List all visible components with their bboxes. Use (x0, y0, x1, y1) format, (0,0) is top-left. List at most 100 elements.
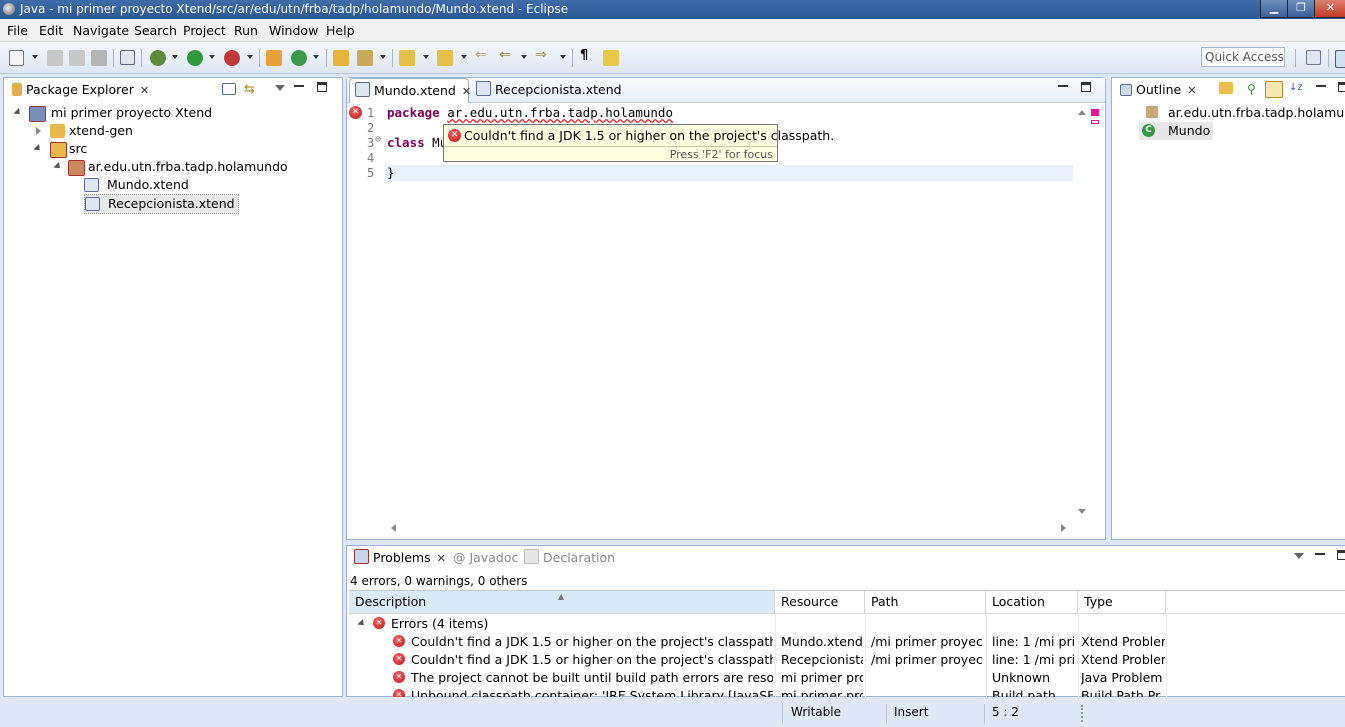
vertical-scrollbar[interactable] (1075, 104, 1089, 520)
forward-dropdown-icon[interactable] (560, 55, 566, 59)
external-tools-icon[interactable] (224, 50, 240, 66)
quick-access-input[interactable]: Quick Access (1201, 47, 1285, 67)
tree-item-package[interactable]: ar.edu.utn.frba.tadp.holamundo (53, 158, 288, 176)
menu-edit[interactable]: Edit (39, 23, 63, 38)
sync-with-editor-icon[interactable] (1265, 81, 1283, 98)
expand-icon[interactable] (13, 107, 23, 118)
close-icon[interactable]: ✕ (462, 80, 471, 103)
scroll-right-icon[interactable] (1061, 524, 1066, 532)
tab-package-explorer[interactable]: Package Explorer ✕ (7, 78, 149, 102)
link-with-editor-icon[interactable]: ⇆ (244, 82, 260, 98)
table-row[interactable]: ✕ Unbound classpath container: 'JRE Syst… (349, 687, 1345, 697)
expand-icon[interactable] (33, 143, 43, 154)
menu-search[interactable]: Search (134, 23, 177, 38)
collapse-all-icon[interactable] (1219, 82, 1233, 94)
new-class-icon[interactable] (291, 50, 307, 66)
new-java-project-icon[interactable] (266, 50, 282, 66)
search-icon[interactable] (357, 50, 373, 66)
error-tooltip[interactable]: ✕ Couldn't find a JDK 1.5 or higher on t… (443, 124, 834, 162)
print-icon[interactable] (91, 50, 107, 66)
show-whitespace-icon[interactable]: ¶ (580, 48, 596, 64)
collapse-icon[interactable] (36, 127, 41, 135)
new-dropdown-icon[interactable] (32, 55, 38, 59)
minimize-icon[interactable] (1316, 82, 1326, 87)
status-trim-handle[interactable] (1081, 705, 1085, 722)
tab-problems[interactable]: Problems ✕ (349, 546, 446, 570)
maximize-icon[interactable] (317, 82, 327, 92)
column-location[interactable]: Location (986, 591, 1078, 613)
open-perspective-icon[interactable] (1306, 50, 1321, 65)
close-button[interactable]: ✕ (1314, 0, 1345, 18)
table-group-row[interactable]: ✕ Errors (4 items) (349, 615, 1345, 633)
code-line-1[interactable]: package ar.edu.utn.frba.tadp.holamundo (387, 105, 673, 120)
maximize-icon[interactable] (1081, 82, 1091, 92)
tab-mundo-xtend[interactable]: Mundo.xtend ✕ (349, 78, 471, 103)
open-type-icon[interactable] (333, 50, 349, 66)
tree-item-mundo-xtend[interactable]: Mundo.xtend (84, 176, 189, 194)
toggle-mark-occurrences-icon[interactable] (603, 50, 619, 66)
previous-annotation-dropdown-icon[interactable] (461, 55, 467, 59)
error-marker[interactable] (1091, 109, 1099, 116)
tab-javadoc[interactable]: @ Javadoc (450, 546, 518, 570)
menu-file[interactable]: File (7, 23, 28, 38)
minimize-button[interactable]: ▁ (1260, 0, 1288, 18)
view-menu-icon[interactable] (1294, 553, 1304, 559)
sort-icon[interactable]: ↓z (1289, 82, 1305, 98)
minimize-icon[interactable] (1315, 550, 1325, 555)
window-title-bar[interactable]: Java - mi primer proyecto Xtend/src/ar/e… (0, 0, 1345, 19)
tab-declaration[interactable]: Declaration (519, 546, 615, 570)
menu-run[interactable]: Run (234, 23, 258, 38)
tree-item-src[interactable]: src (33, 140, 87, 158)
horizontal-scrollbar[interactable] (385, 521, 1073, 535)
outline-item-package[interactable]: ar.edu.utn.frba.tadp.holamundo (1146, 104, 1345, 122)
new-icon[interactable] (9, 50, 24, 66)
save-icon[interactable] (47, 50, 63, 66)
annotation-marker[interactable] (1091, 120, 1099, 124)
tree-item-xtend-gen[interactable]: xtend-gen (34, 122, 133, 140)
minimize-icon[interactable] (294, 82, 304, 87)
tree-item-recepcionista-xtend[interactable]: Recepcionista.xtend (84, 194, 239, 214)
table-row[interactable]: ✕ Couldn't find a JDK 1.5 or higher on t… (349, 633, 1345, 651)
code-line-3[interactable]: class Mu (387, 135, 447, 150)
expand-icon[interactable] (53, 161, 63, 172)
collapse-all-icon[interactable] (222, 83, 236, 95)
outline-item-class[interactable]: C Mundo (1139, 122, 1214, 140)
maximize-icon[interactable] (1338, 82, 1345, 92)
minimize-icon[interactable] (1058, 82, 1068, 87)
forward-icon[interactable]: ⇒ (535, 47, 551, 63)
skip-breakpoints-icon[interactable] (120, 50, 135, 65)
save-all-icon[interactable] (69, 50, 85, 66)
column-resource[interactable]: Resource (775, 591, 865, 613)
previous-annotation-icon[interactable] (437, 50, 453, 66)
scroll-up-icon[interactable] (1078, 110, 1086, 115)
tree-item-project[interactable]: mi primer proyecto Xtend (13, 104, 212, 122)
maximize-icon[interactable] (1337, 550, 1345, 560)
debug-dropdown-icon[interactable] (172, 55, 178, 59)
table-row[interactable]: ✕ The project cannot be built until buil… (349, 669, 1345, 687)
next-annotation-dropdown-icon[interactable] (423, 55, 429, 59)
column-type[interactable]: Type (1078, 591, 1166, 613)
run-icon[interactable] (187, 50, 203, 66)
back-icon[interactable]: ⇐ (499, 47, 515, 63)
run-dropdown-icon[interactable] (209, 55, 215, 59)
close-icon[interactable]: ✕ (437, 547, 446, 570)
code-line-5[interactable]: } (387, 165, 395, 180)
column-path[interactable]: Path (865, 591, 986, 613)
table-row[interactable]: ✕ Couldn't find a JDK 1.5 or higher on t… (349, 651, 1345, 669)
hide-fields-icon[interactable]: ⚲ (1247, 82, 1263, 98)
close-icon[interactable]: ✕ (140, 79, 149, 102)
menu-project[interactable]: Project (183, 23, 226, 38)
tab-outline[interactable]: Outline ✕ (1115, 78, 1196, 102)
debug-icon[interactable] (150, 50, 166, 66)
restore-button[interactable]: ❐ (1287, 0, 1315, 18)
menu-window[interactable]: Window (269, 23, 318, 38)
scroll-left-icon[interactable] (391, 524, 396, 532)
external-tools-dropdown-icon[interactable] (247, 55, 253, 59)
view-menu-icon[interactable] (275, 85, 285, 91)
error-icon[interactable]: ✕ (349, 106, 362, 119)
java-perspective-icon[interactable] (1335, 50, 1345, 68)
menu-help[interactable]: Help (326, 23, 355, 38)
search-dropdown-icon[interactable] (380, 55, 386, 59)
back-dropdown-icon[interactable] (521, 55, 527, 59)
menu-navigate[interactable]: Navigate (73, 23, 129, 38)
